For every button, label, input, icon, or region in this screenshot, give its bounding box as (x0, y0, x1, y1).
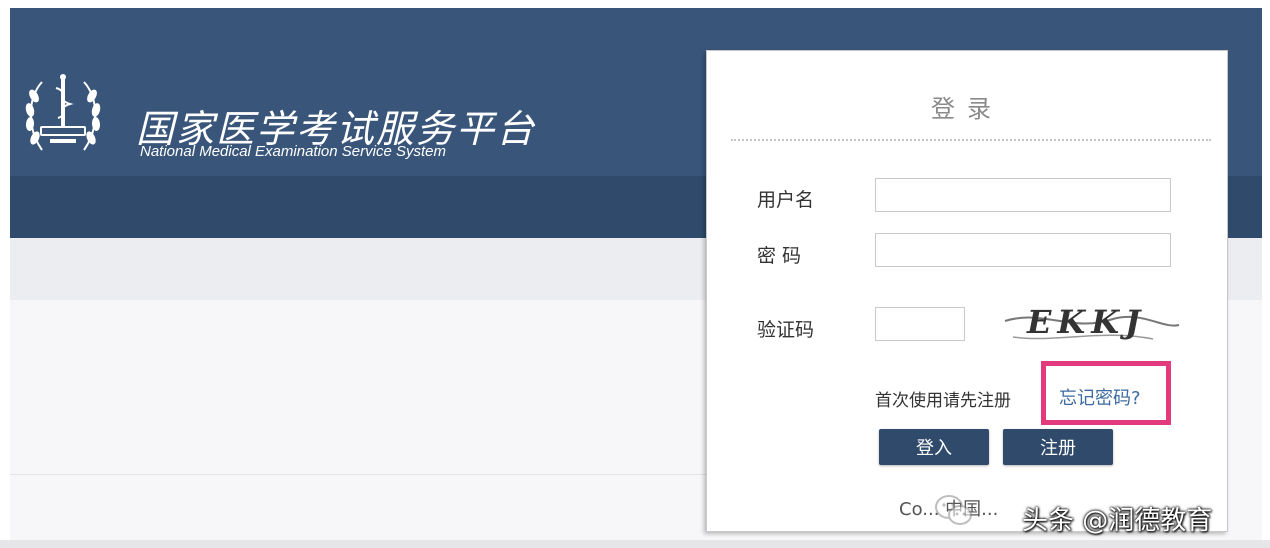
content-divider (10, 474, 710, 475)
wechat-icon (935, 495, 972, 525)
login-title: 登录 (931, 95, 1003, 123)
password-label: 密 码 (757, 245, 802, 267)
login-divider (731, 139, 1211, 141)
username-label: 用户名 (757, 189, 815, 211)
captcha-image[interactable]: EKKJ (1003, 299, 1181, 349)
login-panel: 登录 用户名 密 码 验证码 EKKJ 首次使用请先注册 忘记密码? 登入 注册… (706, 50, 1228, 532)
first-use-register-hint: 首次使用请先注册 (875, 391, 1011, 411)
username-input[interactable] (875, 178, 1171, 212)
login-button[interactable]: 登入 (879, 429, 989, 465)
site-subtitle: National Medical Examination Service Sys… (140, 143, 446, 160)
forgot-password-link[interactable]: 忘记密码? (1059, 384, 1141, 410)
medical-logo-icon (25, 74, 101, 151)
bottom-strip (0, 540, 1270, 548)
captcha-text: EKKJ (1026, 303, 1146, 341)
captcha-input[interactable] (875, 307, 965, 341)
watermark-text: 头条 @润德教育 (1022, 506, 1213, 536)
password-input[interactable] (875, 233, 1171, 267)
register-button[interactable]: 注册 (1003, 429, 1113, 465)
captcha-label: 验证码 (757, 319, 815, 341)
